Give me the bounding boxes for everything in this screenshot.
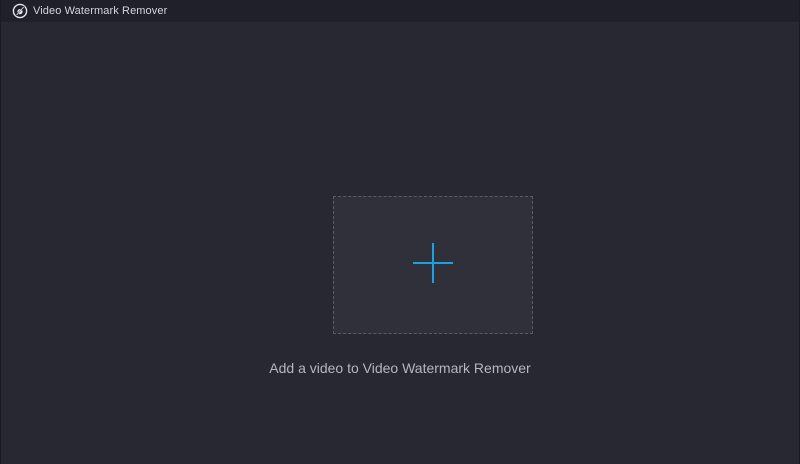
title-bar[interactable]: Video Watermark Remover	[1, 0, 799, 22]
add-video-hint: Add a video to Video Watermark Remover	[269, 360, 531, 376]
watermark-remover-logo-icon	[12, 3, 28, 19]
plus-icon[interactable]	[413, 243, 453, 283]
add-video-dropzone[interactable]	[333, 196, 533, 334]
app-window: Video Watermark Remover Add a video to V…	[0, 0, 800, 464]
window-title: Video Watermark Remover	[33, 5, 168, 17]
